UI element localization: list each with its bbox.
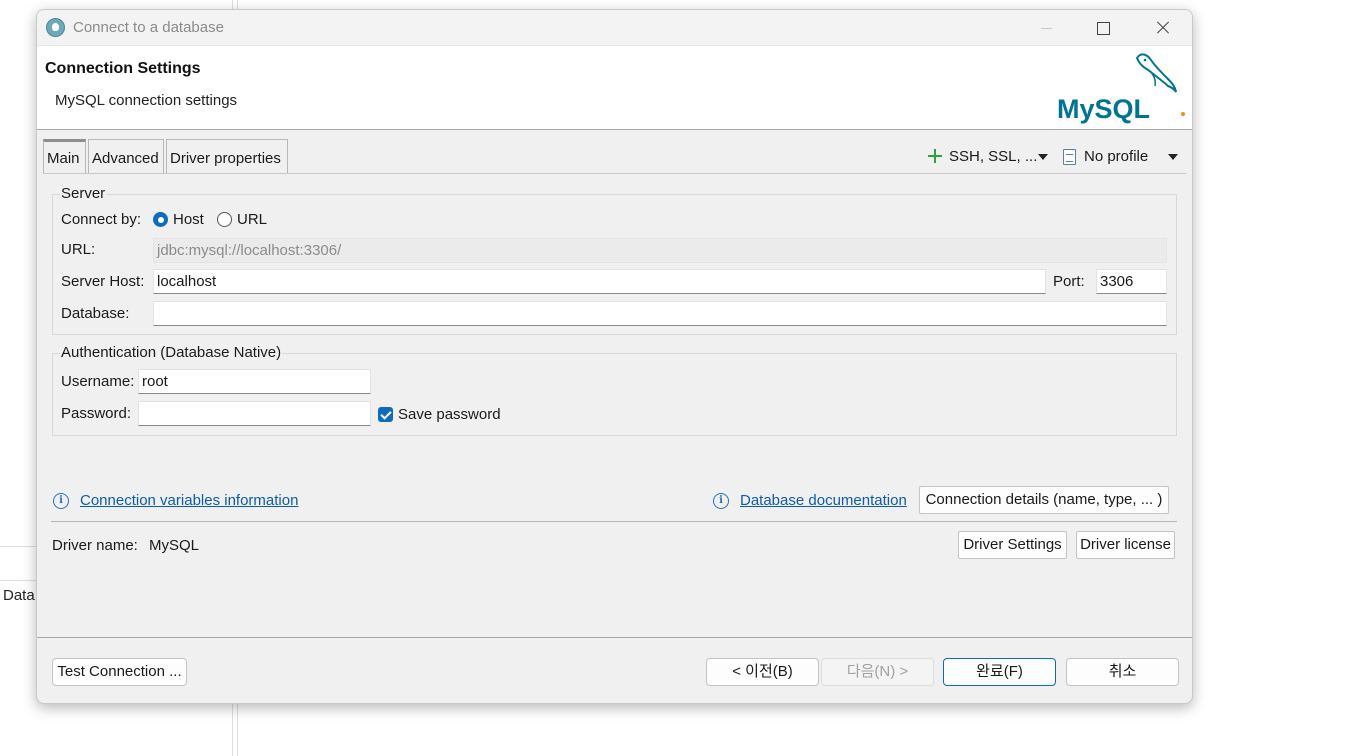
network-dropdown-arrow-icon[interactable] xyxy=(1038,154,1048,160)
background-tab-label[interactable]: Data xyxy=(3,587,35,604)
url-radio-label[interactable]: URL xyxy=(237,211,267,228)
section-divider xyxy=(51,521,1177,522)
password-label: Password: xyxy=(61,405,132,422)
cancel-button[interactable]: 취소 xyxy=(1066,658,1179,686)
footer-divider xyxy=(37,637,1192,638)
mysql-logo-text: MySQL xyxy=(1057,94,1150,124)
maximize-icon[interactable] xyxy=(1080,10,1126,46)
tab-main-label: Main xyxy=(47,150,80,167)
profile-document-icon xyxy=(1063,149,1076,165)
minimize-icon[interactable] xyxy=(1023,10,1069,46)
title-bar[interactable]: Connect to a database xyxy=(37,10,1192,46)
connect-by-label: Connect by: xyxy=(61,211,142,228)
url-field: jdbc:mysql://localhost:3306/ xyxy=(153,238,1167,263)
username-input[interactable]: root xyxy=(138,369,371,394)
driver-name-value: MySQL xyxy=(149,537,200,554)
finish-button[interactable]: 완료(F) xyxy=(943,658,1056,686)
driver-license-button[interactable]: Driver license xyxy=(1076,531,1175,559)
background-divider xyxy=(0,580,36,581)
port-label: Port: xyxy=(1053,273,1085,290)
tab-driver-properties-label: Driver properties xyxy=(170,150,281,167)
save-password-checkbox[interactable] xyxy=(378,407,393,422)
connection-variables-link[interactable]: Connection variables information xyxy=(80,492,298,509)
back-button[interactable]: < 이전(B) xyxy=(706,658,819,686)
database-label: Database: xyxy=(61,305,130,322)
profile-dropdown-arrow-icon[interactable] xyxy=(1168,154,1178,160)
tab-advanced-label: Advanced xyxy=(92,150,159,167)
profile-selector[interactable]: No profile xyxy=(1084,148,1148,165)
server-group-label: Server xyxy=(60,185,107,202)
background-divider xyxy=(0,546,36,547)
database-documentation-link[interactable]: Database documentation xyxy=(740,492,907,509)
database-input[interactable] xyxy=(153,301,1167,326)
wizard-header: Connection Settings MySQL connection set… xyxy=(37,46,1192,130)
dbeaver-app-icon xyxy=(46,18,65,37)
tab-strip-divider xyxy=(43,173,1186,174)
info-icon: i xyxy=(53,493,69,509)
mysql-logo: MySQL xyxy=(1057,53,1185,124)
info-icon: i xyxy=(713,493,729,509)
network-config-button[interactable]: SSH, SSL, ... xyxy=(949,148,1037,165)
connection-details-button[interactable]: Connection details (name, type, ... ) xyxy=(919,486,1169,514)
auth-group-label: Authentication (Database Native) xyxy=(60,344,283,361)
next-button[interactable]: 다음(N) > xyxy=(821,658,934,686)
close-icon[interactable] xyxy=(1139,10,1185,46)
plus-icon[interactable] xyxy=(928,149,942,163)
tab-driver-properties[interactable]: Driver properties xyxy=(166,139,288,173)
url-radio[interactable] xyxy=(217,212,232,227)
tab-main[interactable]: Main xyxy=(43,139,86,173)
driver-name-label: Driver name: xyxy=(52,537,138,554)
host-radio[interactable] xyxy=(153,212,168,227)
save-password-label[interactable]: Save password xyxy=(398,406,501,423)
server-host-input[interactable]: localhost xyxy=(153,269,1046,294)
test-connection-button[interactable]: Test Connection ... xyxy=(52,658,187,686)
port-input[interactable]: 3306 xyxy=(1096,269,1167,294)
password-input[interactable] xyxy=(138,401,371,426)
tab-advanced[interactable]: Advanced xyxy=(88,139,164,173)
page-title: Connection Settings xyxy=(45,60,201,77)
page-subtitle: MySQL connection settings xyxy=(55,92,238,109)
connect-dialog: Connect to a database Connection Setting… xyxy=(36,9,1193,704)
driver-settings-button[interactable]: Driver Settings xyxy=(958,531,1067,559)
url-label: URL: xyxy=(61,241,96,258)
username-label: Username: xyxy=(61,373,135,390)
host-radio-label[interactable]: Host xyxy=(173,211,204,228)
window-title: Connect to a database xyxy=(73,19,224,36)
server-host-label: Server Host: xyxy=(61,273,145,290)
